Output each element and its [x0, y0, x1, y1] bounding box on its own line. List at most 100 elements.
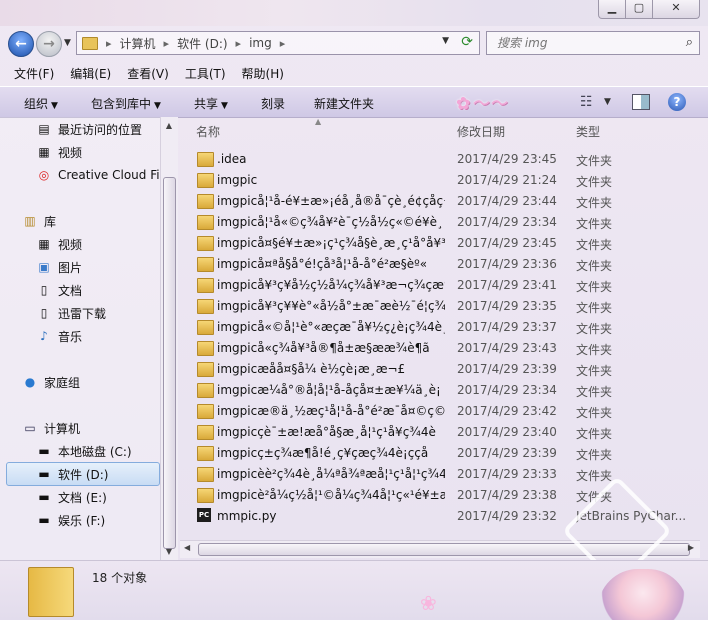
breadcrumb-img[interactable]: img: [249, 36, 272, 50]
share-button[interactable]: 共享 ▼: [194, 95, 228, 112]
column-header-name[interactable]: 名称: [196, 123, 220, 140]
nav-drive-c[interactable]: ▬ 本地磁盘 (C:): [36, 441, 132, 461]
close-icon: ✕: [671, 1, 681, 14]
file-name: imgpicçè¯±æ!æå°å§æ¸å¦¹ç¹å¥ç¾4è: [217, 425, 436, 439]
scroll-left-icon[interactable]: ◀: [184, 543, 190, 552]
nav-library-thunder-downloads[interactable]: ▯ 迅雷下载: [36, 303, 106, 323]
file-row[interactable]: imgpic 2017/4/29 21:24 文件夹: [195, 170, 695, 191]
chevron-right-icon[interactable]: ▸: [280, 37, 286, 50]
nav-drive-e[interactable]: ▬ 文档 (E:): [36, 487, 107, 507]
file-type: 文件夹: [576, 427, 613, 441]
sort-indicator-icon: ▲: [315, 117, 322, 126]
file-row[interactable]: imgpicæ¼å°®å¦å¦¹å-åçå¤±æ¥¼ä¸è¡ 2017/4/29 …: [195, 380, 695, 401]
file-date: 2017/4/29 23:37: [457, 320, 557, 334]
folder-icon: [197, 362, 214, 377]
nav-libraries[interactable]: ▥ 库: [22, 211, 56, 231]
address-dropdown-icon[interactable]: ▼: [442, 36, 449, 46]
file-type: 文件夹: [576, 238, 613, 252]
search-icon[interactable]: ⌕: [686, 35, 693, 50]
chevron-right-icon[interactable]: ▸: [164, 37, 170, 50]
file-type: 文件夹: [576, 448, 613, 462]
file-type: 文件夹: [576, 280, 613, 294]
refresh-icon[interactable]: ⟳: [461, 34, 473, 50]
file-date: 2017/4/29 23:35: [457, 299, 557, 313]
folder-icon: [82, 36, 98, 50]
menu-edit[interactable]: 编辑(E): [70, 65, 111, 82]
nav-scrollbar[interactable]: ▲ ▼: [160, 117, 178, 563]
file-row[interactable]: imgpicå«©å¦¹è°«æçæ¯å¥½ç¿è¡ç¾4è¸å 2017/4/2…: [195, 317, 695, 338]
menu-file[interactable]: 文件(F): [14, 65, 54, 82]
nav-drive-d[interactable]: ▬ 软件 (D:): [36, 464, 108, 484]
file-row[interactable]: imgpicå¦¹å-é¥±æ»¡éå¸å®å¯çè¸é¢çåç¬ 2017/4/…: [195, 191, 695, 212]
menu-tools[interactable]: 工具(T): [185, 65, 226, 82]
file-date: 2017/4/29 23:42: [457, 404, 557, 418]
file-row[interactable]: imgpicå¥³ç¥¥è°«å½å°±æ¯æè½¯é¦ç¾4 2017/4/29…: [195, 296, 695, 317]
close-button[interactable]: ✕: [652, 0, 700, 19]
preview-pane-icon[interactable]: [632, 94, 650, 110]
organize-button[interactable]: 组织 ▼: [24, 95, 58, 112]
title-bar[interactable]: ▁ ▢ ✕: [0, 0, 708, 26]
chevron-down-icon: ▼: [51, 101, 58, 111]
chevron-right-icon[interactable]: ▸: [106, 37, 112, 50]
file-type: 文件夹: [576, 175, 613, 189]
nav-computer[interactable]: ▭ 计算机: [22, 418, 80, 438]
file-name: imgpicæ®ä¸½æç¹å¦¹å-å°é²æ¯å¤©ç©¿: [217, 404, 445, 418]
forward-button[interactable]: →: [36, 31, 62, 57]
command-toolbar: 组织 ▼ 包含到库中 ▼ 共享 ▼ 刻录 新建文件夹 ✿～～ ☷ ▼ ?: [0, 86, 708, 118]
navigation-pane: ▤ 最近访问的位置 ▦ 视频 ◎ Creative Cloud Fil ▥ 库 ▦ 视频 …: [0, 117, 178, 563]
nav-homegroup[interactable]: ● 家庭组: [22, 372, 80, 392]
menu-help[interactable]: 帮助(H): [242, 65, 284, 82]
search-box[interactable]: ⌕: [486, 31, 700, 55]
nav-recent-places[interactable]: ▤ 最近访问的位置: [36, 119, 142, 139]
file-name: imgpicå¥³ç¥å½ç½å¼ç¾å¥³æ¬ç¾çæ¶ä¹: [217, 278, 445, 292]
status-bar: 18 个对象 ❀: [0, 560, 708, 620]
nav-library-pictures[interactable]: ▣ 图片: [36, 257, 82, 277]
music-icon: ♪: [40, 329, 48, 343]
new-folder-button[interactable]: 新建文件夹: [314, 95, 374, 112]
file-row[interactable]: imgpicå¤ªå§å°é!çå³å¦¹å-å°é²æ§èº« 2017/4/2…: [195, 254, 695, 275]
folder-large-icon: [28, 567, 74, 617]
view-dropdown-icon[interactable]: ▼: [604, 97, 611, 107]
nav-label: 文档 (E:): [58, 490, 107, 505]
file-date: 2017/4/29 23:39: [457, 362, 557, 376]
minimize-button[interactable]: ▁: [598, 0, 626, 19]
nav-library-documents[interactable]: ▯ 文档: [36, 280, 82, 300]
column-header-type[interactable]: 类型: [576, 123, 600, 140]
nav-creative-cloud[interactable]: ◎ Creative Cloud Fil: [36, 165, 163, 185]
scrollbar-thumb[interactable]: [163, 177, 176, 549]
maximize-button[interactable]: ▢: [625, 0, 653, 19]
burn-button[interactable]: 刻录: [261, 95, 285, 112]
nav-drive-f[interactable]: ▬ 娱乐 (F:): [36, 510, 105, 530]
chevron-right-icon[interactable]: ▸: [236, 37, 242, 50]
back-button[interactable]: ←: [8, 31, 34, 57]
nav-library-music[interactable]: ♪ 音乐: [36, 326, 82, 346]
help-icon[interactable]: ?: [668, 93, 686, 111]
file-row[interactable]: imgpicæ®ä¸½æç¹å¦¹å-å°é²æ¯å¤©ç©¿ 2017/4/29…: [195, 401, 695, 422]
scroll-down-icon[interactable]: ▼: [163, 547, 175, 559]
recent-pages-dropdown[interactable]: ▼: [64, 38, 71, 48]
view-options-icon[interactable]: ☷: [580, 94, 593, 110]
file-row[interactable]: imgpicå¦¹å«©ç¾å¥²è¯ç½å½ç«©é¥è¸ 2017/4/29 …: [195, 212, 695, 233]
file-row[interactable]: .idea 2017/4/29 23:45 文件夹: [195, 149, 695, 170]
address-bar[interactable]: ▸ 计算机 ▸ 软件 (D:) ▸ img ▸ ▼ ⟳: [76, 31, 480, 55]
scroll-right-icon[interactable]: ▶: [688, 543, 694, 552]
file-row[interactable]: imgpicå«ç¾å¥³å®¶å±æ§ææ¾è¶ã 2017/4/29 23:4…: [195, 338, 695, 359]
folder-icon: [197, 341, 214, 356]
column-header-date[interactable]: 修改日期: [457, 123, 505, 140]
file-row[interactable]: imgpicå¥³ç¥å½ç½å¼ç¾å¥³æ¬ç¾çæ¶ä¹ 2017/4/29…: [195, 275, 695, 296]
menu-view[interactable]: 查看(V): [127, 65, 169, 82]
nav-favorite-videos[interactable]: ▦ 视频: [36, 142, 82, 162]
file-row[interactable]: imgpicç±ç¾æ¶å!é¸ç¥çæç¾4è¡ççå 2017/4/29 23…: [195, 443, 695, 464]
file-row[interactable]: imgpicçè¯±æ!æå°å§æ¸å¦¹ç¹å¥ç¾4è 2017/4/29 …: [195, 422, 695, 443]
address-row: ← → ▼ ▸ 计算机 ▸ 软件 (D:) ▸ img ▸ ▼ ⟳ ⌕: [0, 26, 708, 60]
scroll-up-icon[interactable]: ▲: [163, 121, 175, 133]
search-input[interactable]: [495, 35, 669, 51]
breadcrumb-computer[interactable]: 计算机: [120, 35, 156, 52]
nav-label: 本地磁盘 (C:): [58, 444, 132, 459]
nav-library-videos[interactable]: ▦ 视频: [36, 234, 82, 254]
breadcrumb-drive-d[interactable]: 软件 (D:): [177, 35, 227, 52]
file-row[interactable]: imgpicæåå¤§å¼ è½çè¡æ¸æ¬£ 2017/4/29 23:39 文…: [195, 359, 695, 380]
include-library-button[interactable]: 包含到库中 ▼: [91, 95, 161, 112]
folder-icon: [197, 299, 214, 314]
file-row[interactable]: imgpicå¤§é¥±æ»¡ç¹ç¾å§è¸æ¸ç¹å°å¥³è¡ 2017/4…: [195, 233, 695, 254]
